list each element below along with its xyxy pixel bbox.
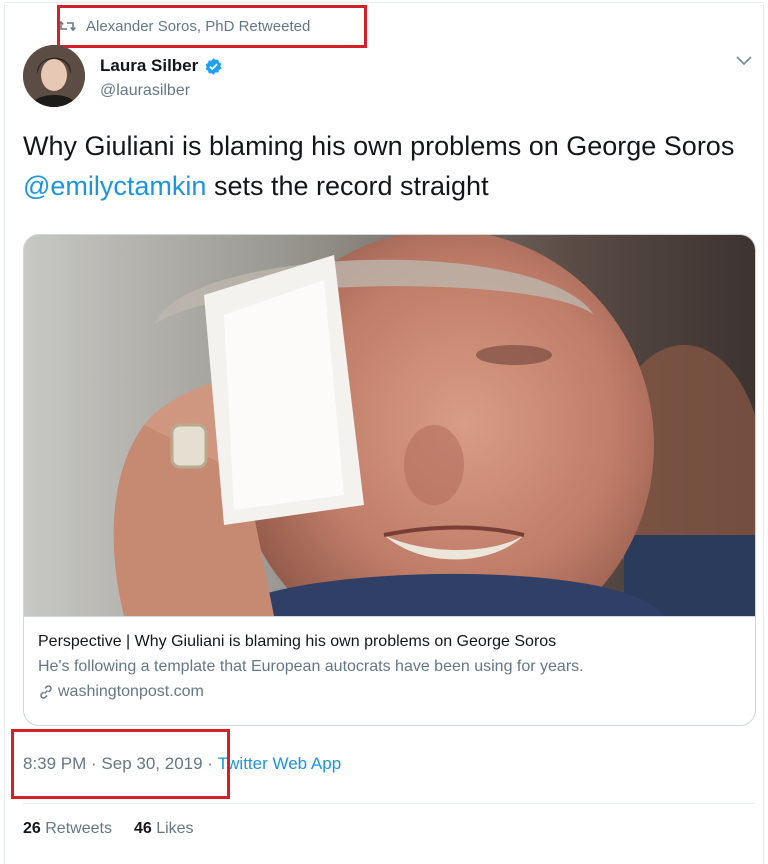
source-app-link[interactable]: Twitter Web App	[218, 754, 341, 774]
mention-link[interactable]: @emilyctamkin	[23, 171, 206, 201]
tweet-time[interactable]: 8:39 PM	[23, 754, 86, 774]
tweet-meta: 8:39 PM · Sep 30, 2019 · Twitter Web App	[23, 754, 341, 774]
card-image[interactable]	[24, 235, 755, 616]
author-name[interactable]: Laura Silber	[100, 56, 223, 76]
tweet-stats: 26 Retweets 46 Likes	[23, 820, 194, 838]
card-domain-text[interactable]: washingtonpost.com	[58, 679, 204, 705]
meta-separator: ·	[86, 754, 102, 773]
retweet-header[interactable]: Alexander Soros, PhD Retweeted	[58, 12, 310, 40]
retweets-count: 26	[23, 820, 41, 837]
verified-badge-icon	[205, 57, 222, 75]
retweet-icon	[58, 20, 76, 32]
tweet-text-part2: sets the record straight	[206, 171, 489, 201]
card-description: He's following a template that European …	[38, 658, 584, 675]
author-name-text[interactable]: Laura Silber	[100, 56, 198, 76]
author-handle[interactable]: @laurasilber	[100, 82, 190, 100]
tweet-text: Why Giuliani is blaming his own problems…	[23, 126, 743, 206]
avatar[interactable]	[23, 45, 85, 107]
divider	[23, 803, 754, 804]
meta-separator: ·	[202, 754, 218, 773]
chevron-down-icon[interactable]	[735, 54, 753, 66]
tweet-text-part1: Why Giuliani is blaming his own problems…	[23, 131, 735, 161]
likes-stat[interactable]: 46 Likes	[134, 820, 194, 838]
card-domain[interactable]: washingtonpost.com	[38, 679, 741, 705]
card-body[interactable]: Perspective | Why Giuliani is blaming hi…	[24, 616, 755, 725]
retweets-stat[interactable]: 26 Retweets	[23, 820, 112, 838]
tweet-date[interactable]: Sep 30, 2019	[101, 754, 202, 774]
link-icon	[40, 685, 52, 699]
card-title[interactable]: Perspective | Why Giuliani is blaming hi…	[38, 631, 741, 653]
retweet-label[interactable]: Alexander Soros, PhD Retweeted	[86, 18, 310, 35]
likes-count: 46	[133, 820, 152, 837]
retweets-label: Retweets	[45, 820, 112, 837]
link-card[interactable]: Perspective | Why Giuliani is blaming hi…	[23, 234, 756, 726]
likes-label: Likes	[156, 820, 194, 837]
